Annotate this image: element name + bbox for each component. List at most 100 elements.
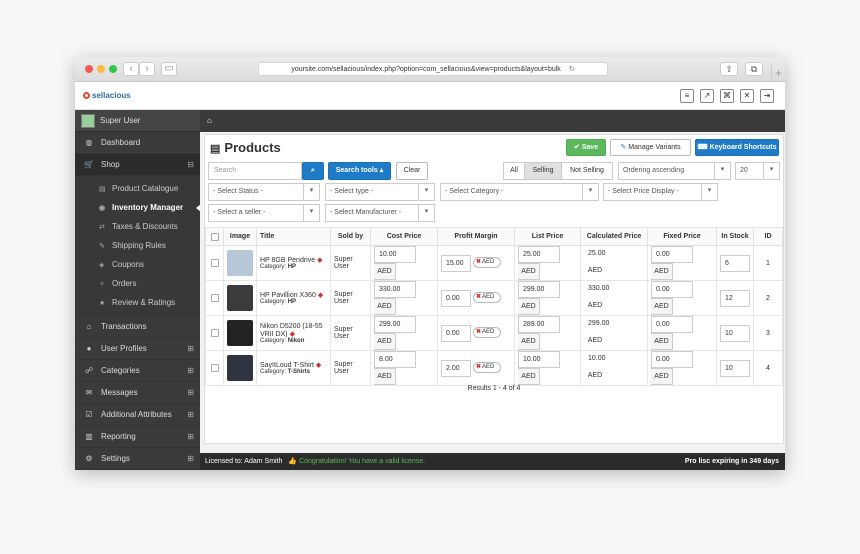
margin-percent-toggle[interactable]: ✖AED	[472, 327, 501, 339]
cost-price-input[interactable]: 8.00	[374, 351, 416, 368]
seller-select[interactable]: - Select a seller - ▾	[208, 204, 320, 222]
cost-price-input[interactable]: 330.00	[374, 281, 416, 298]
product-image[interactable]	[227, 285, 253, 311]
menu-icon[interactable]: ≡	[680, 89, 694, 103]
stock-input[interactable]: 12	[720, 289, 750, 307]
list-price-input[interactable]: 289.00	[518, 316, 560, 333]
profit-margin-input[interactable]: 2.00	[441, 359, 471, 377]
expand-icon[interactable]: ⊞	[187, 410, 194, 419]
sidebar-item-messages[interactable]: ✉ Messages ⊞	[75, 382, 200, 404]
expand-icon[interactable]: ⊞	[187, 432, 194, 441]
ordering-select[interactable]: Ordering ascending ▾	[618, 162, 731, 180]
compress-icon[interactable]: ⌘	[720, 89, 734, 103]
fixed-price-input[interactable]: 0.00	[651, 246, 693, 263]
row-checkbox[interactable]	[210, 259, 219, 267]
filter-all[interactable]: All	[503, 162, 525, 180]
expand-icon[interactable]: ⊞	[187, 366, 194, 375]
sidebar-item-settings[interactable]: ⚙ Settings ⊞	[75, 448, 200, 470]
select-all-checkbox[interactable]	[210, 232, 219, 241]
sidebar-item-shop[interactable]: 🛒 Shop ⊟	[75, 154, 200, 176]
title-header[interactable]: Title	[256, 227, 331, 246]
save-button[interactable]: ✔ Save	[566, 139, 606, 156]
sidebar-item-taxes-discounts[interactable]: ⇄ Taxes & Discounts	[75, 217, 200, 236]
profit-margin-input[interactable]: 15.00	[441, 254, 471, 272]
manufacturer-select[interactable]: - Select Manufacturer - ▾	[325, 204, 435, 222]
profit-margin-input[interactable]: 0.00	[441, 289, 471, 307]
keyboard-shortcuts-button[interactable]: ⌨ Keyboard Shortcuts	[695, 139, 779, 156]
expand-icon[interactable]: ⊞	[187, 454, 194, 463]
maximize-window-button[interactable]	[109, 65, 117, 73]
sidebar-item-user-profiles[interactable]: ● User Profiles ⊞	[75, 338, 200, 360]
close-window-button[interactable]	[85, 65, 93, 73]
sidebar-toggle-icon[interactable]: ▭	[161, 62, 177, 76]
product-title[interactable]: SayItLoud T-Shirt ◆	[260, 361, 327, 369]
fullscreen-icon[interactable]: ✕	[740, 89, 754, 103]
expand-icon[interactable]: ⊞	[187, 344, 194, 353]
expand-icon[interactable]: ⊞	[187, 388, 194, 397]
sidebar-user[interactable]: Super User	[75, 110, 200, 132]
sidebar-item-coupons[interactable]: ◈ Coupons	[75, 255, 200, 274]
list-price-input[interactable]: 10.00	[518, 351, 560, 368]
search-icon[interactable]: ⌕	[302, 162, 324, 180]
collapse-icon[interactable]: ⊟	[187, 160, 194, 169]
type-select[interactable]: - Select type - ▾	[325, 183, 435, 201]
cost-price-input[interactable]: 10.00	[374, 246, 416, 263]
sidebar-item-review-ratings[interactable]: ★ Review & Ratings	[75, 293, 200, 312]
row-checkbox[interactable]	[210, 364, 219, 372]
new-tab-icon[interactable]: +	[771, 64, 785, 82]
filter-selling[interactable]: Selling	[524, 162, 562, 180]
sidebar-item-additional-attributes[interactable]: ☑ Additional Attributes ⊞	[75, 404, 200, 426]
sidebar-item-dashboard[interactable]: ◍ Dashboard	[75, 132, 200, 154]
sidebar-item-categories[interactable]: ☍ Categories ⊞	[75, 360, 200, 382]
logout-icon[interactable]: ⇥	[760, 89, 774, 103]
fixed-price-input[interactable]: 0.00	[651, 351, 693, 368]
limit-select[interactable]: 20 ▾	[735, 162, 780, 180]
select-all-header[interactable]	[205, 227, 224, 246]
sidebar-item-product-catalogue[interactable]: ▤ Product Catalogue	[75, 179, 200, 198]
product-title[interactable]: HP Pavillion X360 ◆	[260, 291, 327, 299]
stock-input[interactable]: 10	[720, 324, 750, 342]
sidebar-item-reporting[interactable]: ▥ Reporting ⊞	[75, 426, 200, 448]
id-header[interactable]: ID	[753, 227, 783, 246]
sidebar-item-transactions[interactable]: ⌂ Transactions	[75, 316, 200, 338]
share-icon[interactable]: ⇧	[720, 62, 738, 76]
filter-not-selling[interactable]: Not Selling	[561, 162, 613, 180]
tabs-icon[interactable]: ⧉	[745, 62, 763, 76]
home-icon[interactable]: ⌂	[207, 116, 212, 125]
status-select[interactable]: - Select Status - ▾	[208, 183, 320, 201]
margin-percent-toggle[interactable]: ✖AED	[472, 257, 501, 269]
row-checkbox[interactable]	[210, 294, 219, 302]
price-display-select[interactable]: - Select Price Display - ▾	[603, 183, 718, 201]
margin-percent-toggle[interactable]: ✖AED	[472, 362, 501, 374]
product-title[interactable]: HP 8GB Pendrive ◆	[260, 256, 327, 264]
minimize-window-button[interactable]	[97, 65, 105, 73]
search-input[interactable]: Search	[208, 162, 302, 180]
fixed-price-input[interactable]: 0.00	[651, 281, 693, 298]
stock-input[interactable]: 6	[720, 254, 750, 272]
search-tools-button[interactable]: Search tools ▴	[328, 162, 391, 180]
cost-price-input[interactable]: 299.00	[374, 316, 416, 333]
product-image[interactable]	[227, 355, 253, 381]
profit-margin-input[interactable]: 0.00	[441, 324, 471, 342]
url-bar[interactable]: yoursite.com/sellacious/index.php?option…	[258, 62, 608, 76]
product-image[interactable]	[227, 320, 253, 346]
manage-variants-button[interactable]: ✎ Manage Variants	[610, 139, 691, 156]
category-select[interactable]: - Select Category - ▾	[440, 183, 599, 201]
sidebar-item-orders[interactable]: ✧ Orders	[75, 274, 200, 293]
stock-input[interactable]: 10	[720, 359, 750, 377]
sidebar-item-inventory-manager[interactable]: ◉ Inventory Manager	[75, 198, 201, 217]
list-price-input[interactable]: 299.00	[518, 281, 560, 298]
reload-icon[interactable]: ↻	[569, 66, 575, 73]
fixed-price-input[interactable]: 0.00	[651, 316, 693, 333]
list-price-input[interactable]: 25.00	[518, 246, 560, 263]
external-link-icon[interactable]: ↗	[700, 89, 714, 103]
row-checkbox[interactable]	[210, 329, 219, 337]
clear-button[interactable]: Clear	[396, 162, 428, 180]
back-icon[interactable]: ‹	[123, 62, 139, 76]
forward-icon[interactable]: ›	[139, 62, 155, 76]
brand-logo[interactable]: sellacious	[83, 91, 131, 100]
margin-percent-toggle[interactable]: ✖AED	[472, 292, 501, 304]
sidebar-item-shipping-rules[interactable]: ✎ Shipping Rules	[75, 236, 200, 255]
sold-by-header[interactable]: Sold by	[330, 227, 371, 246]
product-image[interactable]	[227, 250, 253, 276]
